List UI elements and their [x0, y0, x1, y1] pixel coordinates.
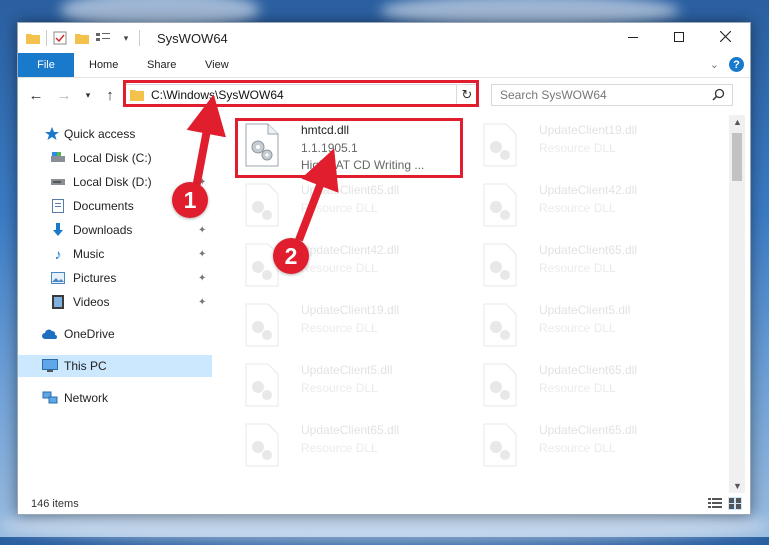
annotation-arrows: [186, 94, 339, 242]
step-badge-1: 1: [172, 182, 208, 218]
step-badge-2: 2: [273, 238, 309, 274]
arrow-to-file: [295, 148, 339, 242]
arrow-to-address-bar: [186, 94, 226, 189]
